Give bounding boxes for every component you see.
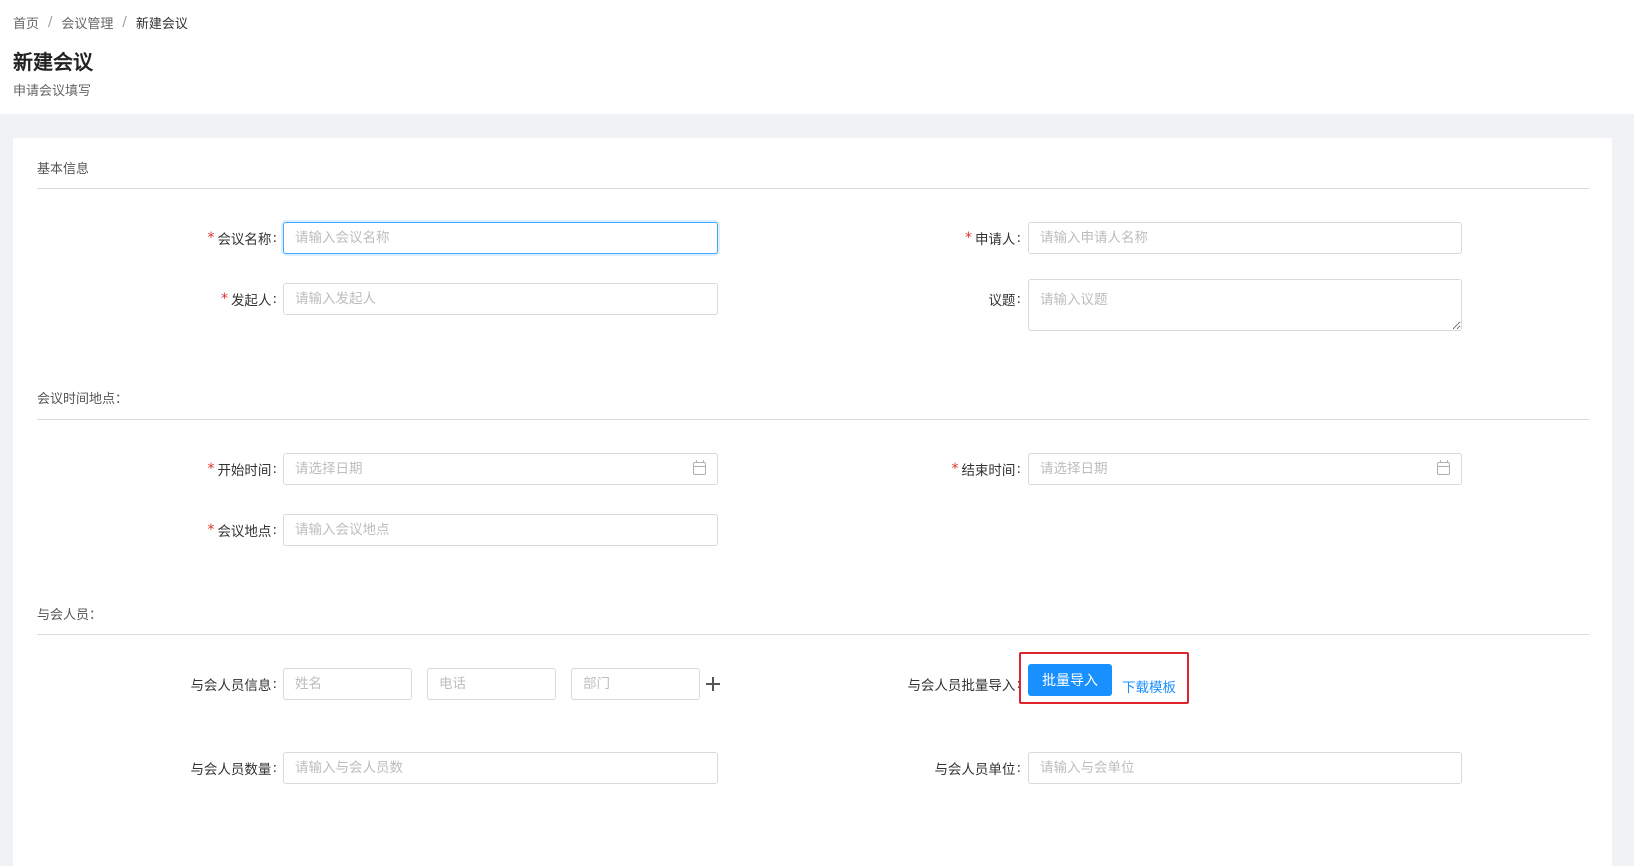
form-card: 基本信息 *会议名称: *申请人: *发起人: 议题: 会议时间地点： *开始时… bbox=[13, 138, 1612, 866]
topic-textarea[interactable] bbox=[1028, 279, 1462, 331]
breadcrumb: 首页 / 会议管理 / 新建会议 bbox=[13, 13, 188, 32]
required-mark: * bbox=[207, 230, 215, 246]
attendee-phone-input[interactable] bbox=[427, 668, 556, 700]
topic-label: 议题: bbox=[988, 291, 1021, 309]
initiator-label: * 发起人: bbox=[220, 291, 277, 309]
location-input[interactable] bbox=[283, 514, 718, 546]
applicant-label: * 申请人: bbox=[964, 230, 1021, 248]
page-header: 首页 / 会议管理 / 新建会议 新建会议 申请会议填写 bbox=[0, 0, 1634, 114]
start-time-input[interactable] bbox=[283, 453, 718, 485]
section-divider bbox=[37, 419, 1589, 420]
calendar-icon[interactable] bbox=[693, 460, 706, 475]
attendee-unit-label: 与会人员单位: bbox=[934, 760, 1021, 778]
meeting-name-input[interactable] bbox=[283, 222, 718, 254]
initiator-input[interactable] bbox=[283, 283, 718, 315]
page-title: 新建会议 bbox=[13, 50, 93, 74]
section-title-basic: 基本信息 bbox=[37, 162, 90, 177]
breadcrumb-meeting-management[interactable]: 会议管理 bbox=[61, 13, 113, 32]
required-mark: * bbox=[207, 461, 215, 477]
breadcrumb-separator: / bbox=[48, 15, 53, 30]
section-divider bbox=[37, 188, 1589, 189]
attendee-unit-input[interactable] bbox=[1028, 752, 1462, 784]
batch-import-label: 与会人员批量导入: bbox=[907, 676, 1021, 694]
start-time-label: * 开始时间: bbox=[207, 461, 277, 479]
attendee-count-label: 与会人员数量: bbox=[190, 760, 277, 778]
required-mark: * bbox=[220, 291, 228, 307]
end-time-label: * 结束时间: bbox=[951, 461, 1021, 479]
download-template-link[interactable]: 下载模板 bbox=[1122, 676, 1176, 696]
section-divider bbox=[37, 634, 1589, 635]
end-time-input[interactable] bbox=[1028, 453, 1462, 485]
attendee-count-input[interactable] bbox=[283, 752, 718, 784]
section-title-attendees: 与会人员： bbox=[37, 608, 103, 623]
section-title-time-place: 会议时间地点： bbox=[37, 392, 129, 407]
batch-import-button[interactable]: 批量导入 bbox=[1028, 664, 1112, 696]
end-time-picker[interactable] bbox=[1028, 453, 1462, 485]
attendee-name-input[interactable] bbox=[283, 668, 412, 700]
breadcrumb-home[interactable]: 首页 bbox=[13, 13, 39, 32]
start-time-picker[interactable] bbox=[283, 453, 718, 485]
calendar-icon[interactable] bbox=[1437, 460, 1450, 475]
required-mark: * bbox=[964, 230, 972, 246]
meeting-name-label: * 会议名称: bbox=[207, 230, 277, 248]
attendee-info-label: 与会人员信息: bbox=[190, 676, 277, 694]
required-mark: * bbox=[207, 522, 215, 538]
breadcrumb-separator: / bbox=[122, 15, 127, 30]
attendee-dept-input[interactable] bbox=[571, 668, 700, 700]
location-label: * 会议地点: bbox=[207, 522, 277, 540]
plus-icon[interactable] bbox=[706, 677, 720, 691]
applicant-input[interactable] bbox=[1028, 222, 1462, 254]
required-mark: * bbox=[951, 461, 959, 477]
page-subtitle: 申请会议填写 bbox=[13, 84, 92, 99]
breadcrumb-current: 新建会议 bbox=[135, 17, 188, 32]
